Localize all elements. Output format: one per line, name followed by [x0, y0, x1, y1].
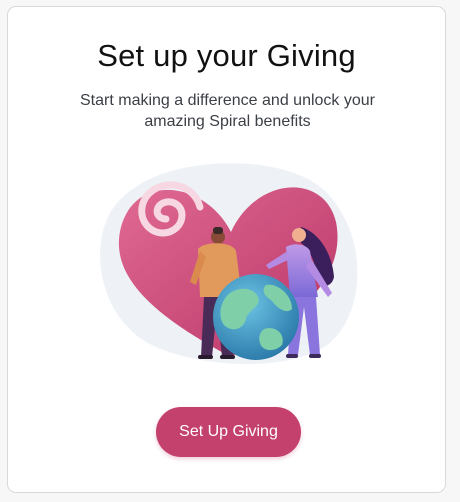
page-title: Set up your Giving — [97, 38, 356, 73]
giving-setup-card: Set up your Giving Start making a differ… — [7, 6, 446, 493]
set-up-giving-button[interactable]: Set Up Giving — [156, 407, 301, 457]
globe-icon — [213, 274, 299, 360]
page-subtitle: Start making a difference and unlock you… — [80, 92, 375, 130]
giving-illustration — [100, 163, 358, 365]
